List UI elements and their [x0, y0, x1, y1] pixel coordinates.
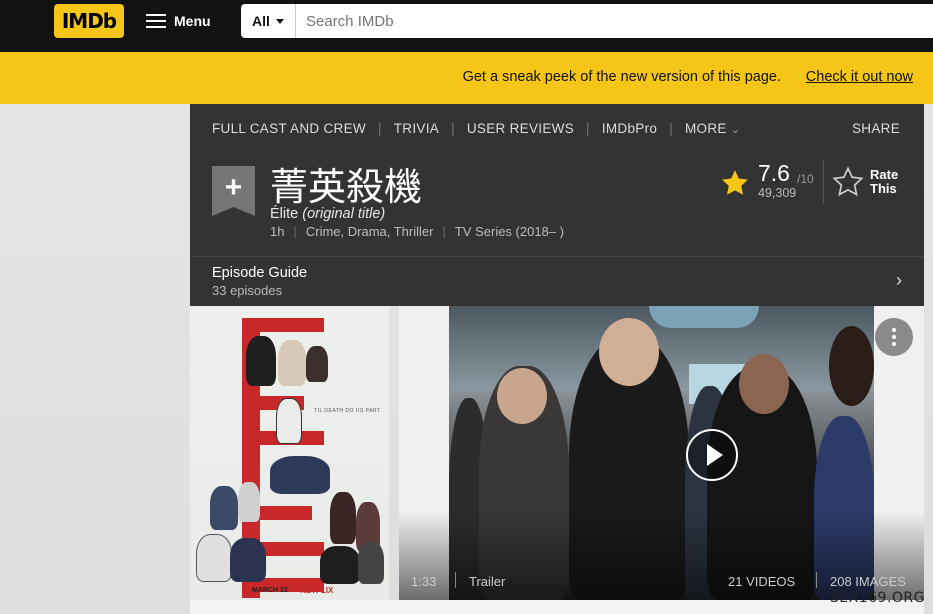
release-info[interactable]: TV Series (2018– ) — [455, 224, 564, 239]
menu-button[interactable]: Menu — [146, 11, 211, 31]
title-meta: 1h | Crime, Drama, Thriller | TV Series … — [270, 224, 564, 239]
episode-guide-link[interactable]: Episode Guide 33 episodes › — [190, 256, 924, 306]
poster-date: MARCH 13 — [252, 587, 288, 594]
search-category-label: All — [252, 13, 270, 29]
menu-label: Menu — [174, 13, 211, 29]
subnav-reviews[interactable]: USER REVIEWS — [467, 121, 574, 136]
search-category-dropdown[interactable]: All — [241, 4, 296, 38]
play-icon — [707, 444, 723, 466]
promo-banner: Get a sneak peek of the new version of t… — [0, 52, 933, 104]
poster-image[interactable]: TIL DEATH DO US PART MARCH 13 NETFLIX — [190, 306, 389, 600]
promo-link[interactable]: Check it out now — [806, 69, 913, 85]
images-link[interactable]: 208 IMAGES — [830, 574, 906, 589]
play-button[interactable] — [686, 429, 738, 481]
subnav-trivia[interactable]: TRIVIA — [394, 121, 439, 136]
divider — [823, 160, 824, 204]
hamburger-icon — [146, 14, 166, 28]
subnav-more[interactable]: MORE ⌄ — [685, 121, 740, 136]
original-title: Élite (original title) — [270, 206, 386, 222]
chevron-right-icon: › — [896, 270, 902, 290]
top-navigation: IMDb Menu All — [0, 0, 933, 52]
caret-down-icon — [275, 18, 284, 24]
subnav-imdbpro[interactable]: IMDbPro — [602, 121, 657, 136]
plus-icon: + — [224, 171, 243, 204]
episode-guide-label: Episode Guide — [212, 265, 308, 281]
watchlist-ribbon[interactable]: + — [212, 166, 255, 216]
rating-max: /10 — [797, 172, 814, 186]
runtime: 1h — [270, 224, 285, 239]
share-button[interactable]: SHARE — [852, 121, 900, 136]
video-duration: 1:33 — [411, 574, 437, 589]
star-outline-icon — [832, 166, 864, 197]
page-title: 菁英殺機 — [270, 165, 423, 209]
netflix-logo: NETFLIX — [300, 586, 334, 595]
search-bar: All — [241, 4, 933, 38]
genres[interactable]: Crime, Drama, Thriller — [306, 224, 434, 239]
rating-widget: 7.6 /10 49,309 Rate This — [720, 160, 920, 204]
rating-count[interactable]: 49,309 — [758, 186, 796, 200]
star-icon — [722, 170, 748, 195]
sub-navigation: FULL CAST AND CREW | TRIVIA | USER REVIE… — [212, 121, 741, 136]
rating-value: 7.6 — [758, 160, 790, 186]
search-input[interactable] — [296, 5, 933, 37]
watermark: SEX169.ORG — [829, 590, 925, 606]
video-label: Trailer — [469, 574, 506, 589]
videos-link[interactable]: 21 VIDEOS — [728, 574, 795, 589]
more-options-icon[interactable] — [875, 318, 913, 356]
double-chevron-down-icon: ⌄ — [730, 124, 741, 136]
imdb-logo[interactable]: IMDb — [54, 4, 124, 38]
promo-text: Get a sneak peek of the new version of t… — [462, 69, 781, 85]
episode-count: 33 episodes — [212, 283, 283, 298]
trailer-video[interactable]: 1:33 Trailer 21 VIDEOS 208 IMAGES — [399, 306, 924, 600]
poster-tagline: TIL DEATH DO US PART — [314, 408, 381, 414]
subnav-cast[interactable]: FULL CAST AND CREW — [212, 121, 366, 136]
rate-this-button[interactable]: Rate This — [832, 164, 912, 200]
